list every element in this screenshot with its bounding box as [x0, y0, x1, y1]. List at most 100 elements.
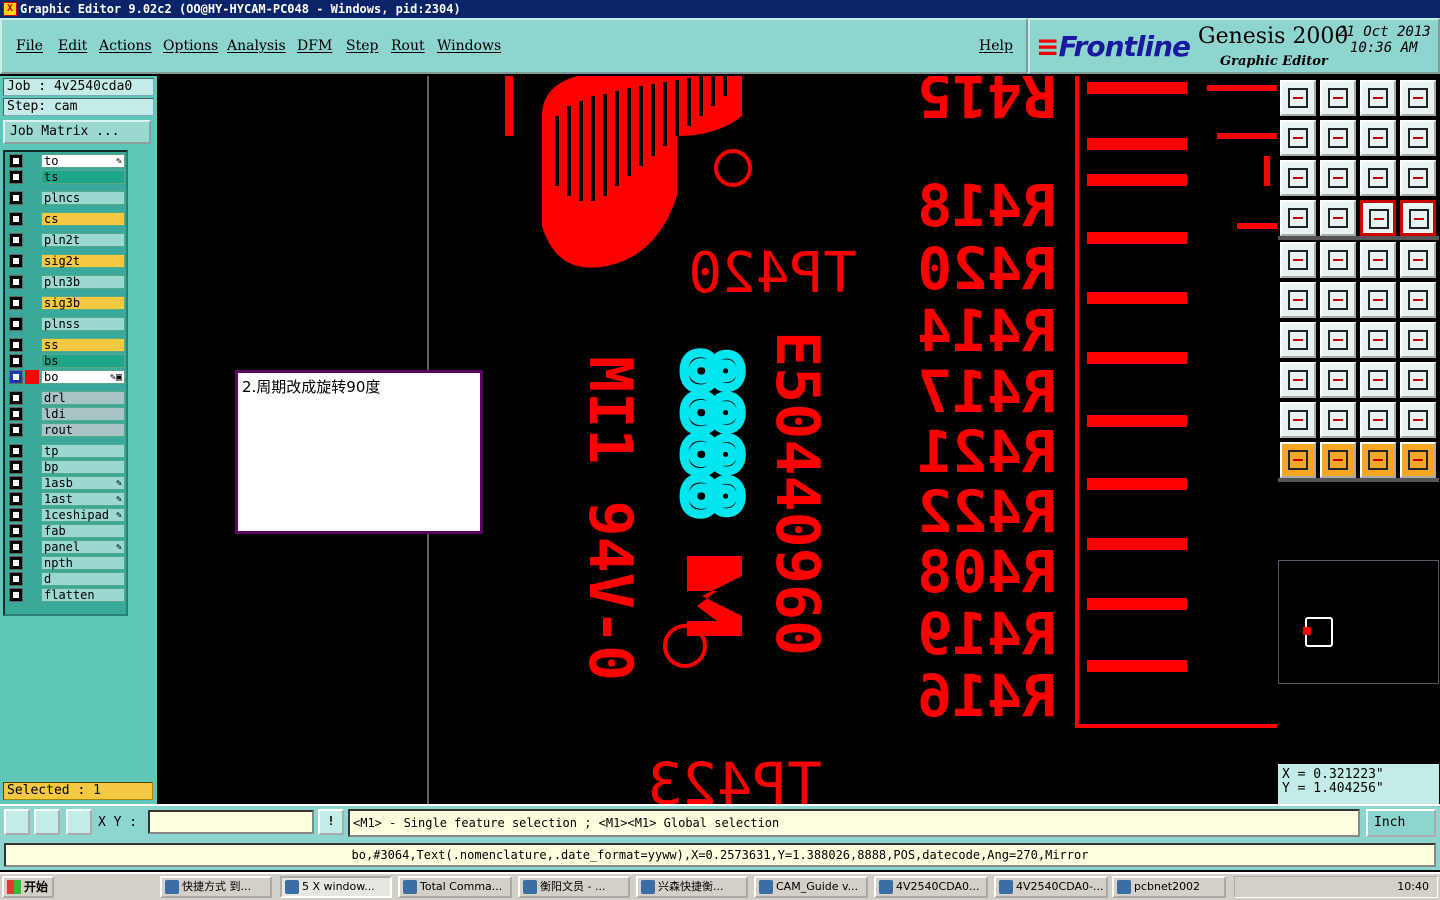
menu-actions[interactable]: Actions [99, 38, 152, 54]
layer-name[interactable]: flatten [41, 588, 125, 602]
units-select[interactable]: Inch [1366, 809, 1436, 837]
layer-checkbox[interactable] [9, 391, 23, 405]
layer-checkbox[interactable] [9, 572, 23, 586]
triangle-icon[interactable] [1280, 402, 1316, 438]
home-icon[interactable] [1360, 80, 1396, 116]
pad-icon[interactable] [1400, 242, 1436, 278]
layer-checkbox[interactable] [9, 524, 23, 538]
arrow-pad-icon[interactable] [1400, 282, 1436, 318]
layer-row[interactable]: 1ast ✎ [7, 492, 127, 506]
open-icon[interactable] [1280, 80, 1316, 116]
layer-checkbox[interactable] [9, 338, 23, 352]
taskbar-item[interactable]: 4V2540CDA0... [874, 876, 988, 898]
layer-name[interactable]: plnss [41, 317, 125, 331]
layer-row[interactable]: plnss [7, 317, 127, 331]
select-box-icon[interactable] [1280, 242, 1316, 278]
layer-checkbox[interactable] [9, 170, 23, 184]
layer-name[interactable]: 1ceshipad ✎ [41, 508, 125, 522]
text-f-icon[interactable] [1400, 322, 1436, 358]
start-button[interactable]: 开始 [2, 876, 54, 898]
window-icon[interactable] [1400, 80, 1436, 116]
menu-rout[interactable]: Rout [391, 38, 425, 54]
layer-row[interactable]: sig2t [7, 254, 127, 268]
arc-icon[interactable] [1360, 322, 1396, 358]
triangle-b-icon[interactable] [1360, 402, 1396, 438]
line-join-icon[interactable] [1360, 282, 1396, 318]
layer-row[interactable]: plncs [7, 191, 127, 205]
layer-link2-icon[interactable] [1400, 200, 1436, 236]
taskbar-item[interactable]: pcbnet2002 [1112, 876, 1226, 898]
warning-icon[interactable]: ! [318, 809, 344, 835]
layer-row[interactable]: bs [7, 354, 127, 368]
menu-dfm[interactable]: DFM [297, 38, 332, 54]
job-matrix-button[interactable]: Job Matrix ... [3, 120, 151, 144]
layer-name[interactable]: pln3b [41, 275, 125, 289]
menu-options[interactable]: Options [163, 38, 218, 54]
graphic-canvas[interactable]: R415 R418 R420 R414 R417 R421 R422 R408 R419 R416… [157, 76, 1277, 804]
layer-row[interactable]: 1asb ✎ [7, 476, 127, 490]
xy-input[interactable] [148, 810, 314, 834]
taskbar-item[interactable]: 5 X window... [280, 876, 392, 898]
annotation-note[interactable]: 2.周期改成旋转90度 [235, 370, 483, 534]
pan-icon[interactable] [1320, 160, 1356, 196]
layer-checkbox[interactable] [9, 370, 23, 384]
layer-checkbox[interactable] [9, 508, 23, 522]
menu-edit[interactable]: Edit [58, 38, 87, 54]
layer-checkbox[interactable] [9, 444, 23, 458]
layer-checkbox[interactable] [9, 588, 23, 602]
taskbar-item[interactable]: 4V2540CDA0-... [994, 876, 1108, 898]
pointer2-icon[interactable] [1320, 442, 1356, 478]
layer-row[interactable]: tp [7, 444, 127, 458]
scale-icon[interactable] [1360, 160, 1396, 196]
pointer-icon[interactable] [1280, 442, 1316, 478]
layer-checkbox[interactable] [9, 354, 23, 368]
cross-icon[interactable] [1320, 282, 1356, 318]
layer-row[interactable]: 1ceshipad ✎ [7, 508, 127, 522]
fit-icon[interactable] [1280, 160, 1316, 196]
route-icon[interactable] [1400, 442, 1436, 478]
menu-step[interactable]: Step [346, 38, 378, 54]
measure-icon[interactable] [34, 809, 60, 835]
triangle-a-icon[interactable] [1320, 402, 1356, 438]
layer-name[interactable]: 1ast ✎ [41, 492, 125, 506]
layer-name[interactable]: sig2t [41, 254, 125, 268]
layer-checkbox[interactable] [9, 407, 23, 421]
layer-name[interactable]: tp [41, 444, 125, 458]
triangle-c-icon[interactable] [1400, 402, 1436, 438]
layer-name[interactable]: bo ✎▣ [41, 370, 125, 384]
layer-checkbox[interactable] [9, 275, 23, 289]
layer-name[interactable]: bs [41, 354, 125, 368]
taskbar-item[interactable]: Total Comma... [398, 876, 512, 898]
taskbar-item[interactable]: 兴森快捷衡... [636, 876, 748, 898]
layer-checkbox[interactable] [9, 556, 23, 570]
help-icon[interactable] [1400, 160, 1436, 196]
layer-checkbox[interactable] [9, 233, 23, 247]
clip-icon[interactable] [1360, 362, 1396, 398]
menu-windows[interactable]: Windows [437, 38, 501, 54]
layer-checkbox[interactable] [9, 191, 23, 205]
layer-checkbox[interactable] [9, 296, 23, 310]
line-icon[interactable] [1320, 322, 1356, 358]
taskbar-item[interactable]: CAM_Guide v... [754, 876, 868, 898]
minus-icon[interactable] [1320, 362, 1356, 398]
layer-row[interactable]: rout [7, 423, 127, 437]
layer-row[interactable]: ts [7, 170, 127, 184]
layer-checkbox[interactable] [9, 154, 23, 168]
layer-name[interactable]: npth [41, 556, 125, 570]
layer-link-icon[interactable] [1360, 200, 1396, 236]
layer-checkbox[interactable] [9, 476, 23, 490]
layer-name[interactable]: bp [41, 460, 125, 474]
layer-row[interactable]: d [7, 572, 127, 586]
layer-checkbox[interactable] [9, 540, 23, 554]
save-icon[interactable] [1320, 80, 1356, 116]
layer-name[interactable]: d [41, 572, 125, 586]
layer-row[interactable]: flatten [7, 588, 127, 602]
taskbar-item[interactable]: 快捷方式 到... [160, 876, 272, 898]
mirror-icon[interactable] [1360, 120, 1396, 156]
layer-row[interactable]: pln3b [7, 275, 127, 289]
layer-name[interactable]: ss [41, 338, 125, 352]
layer-row[interactable]: pln2t [7, 233, 127, 247]
menu-file[interactable]: File [16, 38, 43, 54]
left-arrow-icon[interactable] [1280, 120, 1316, 156]
layer-checkbox[interactable] [9, 254, 23, 268]
